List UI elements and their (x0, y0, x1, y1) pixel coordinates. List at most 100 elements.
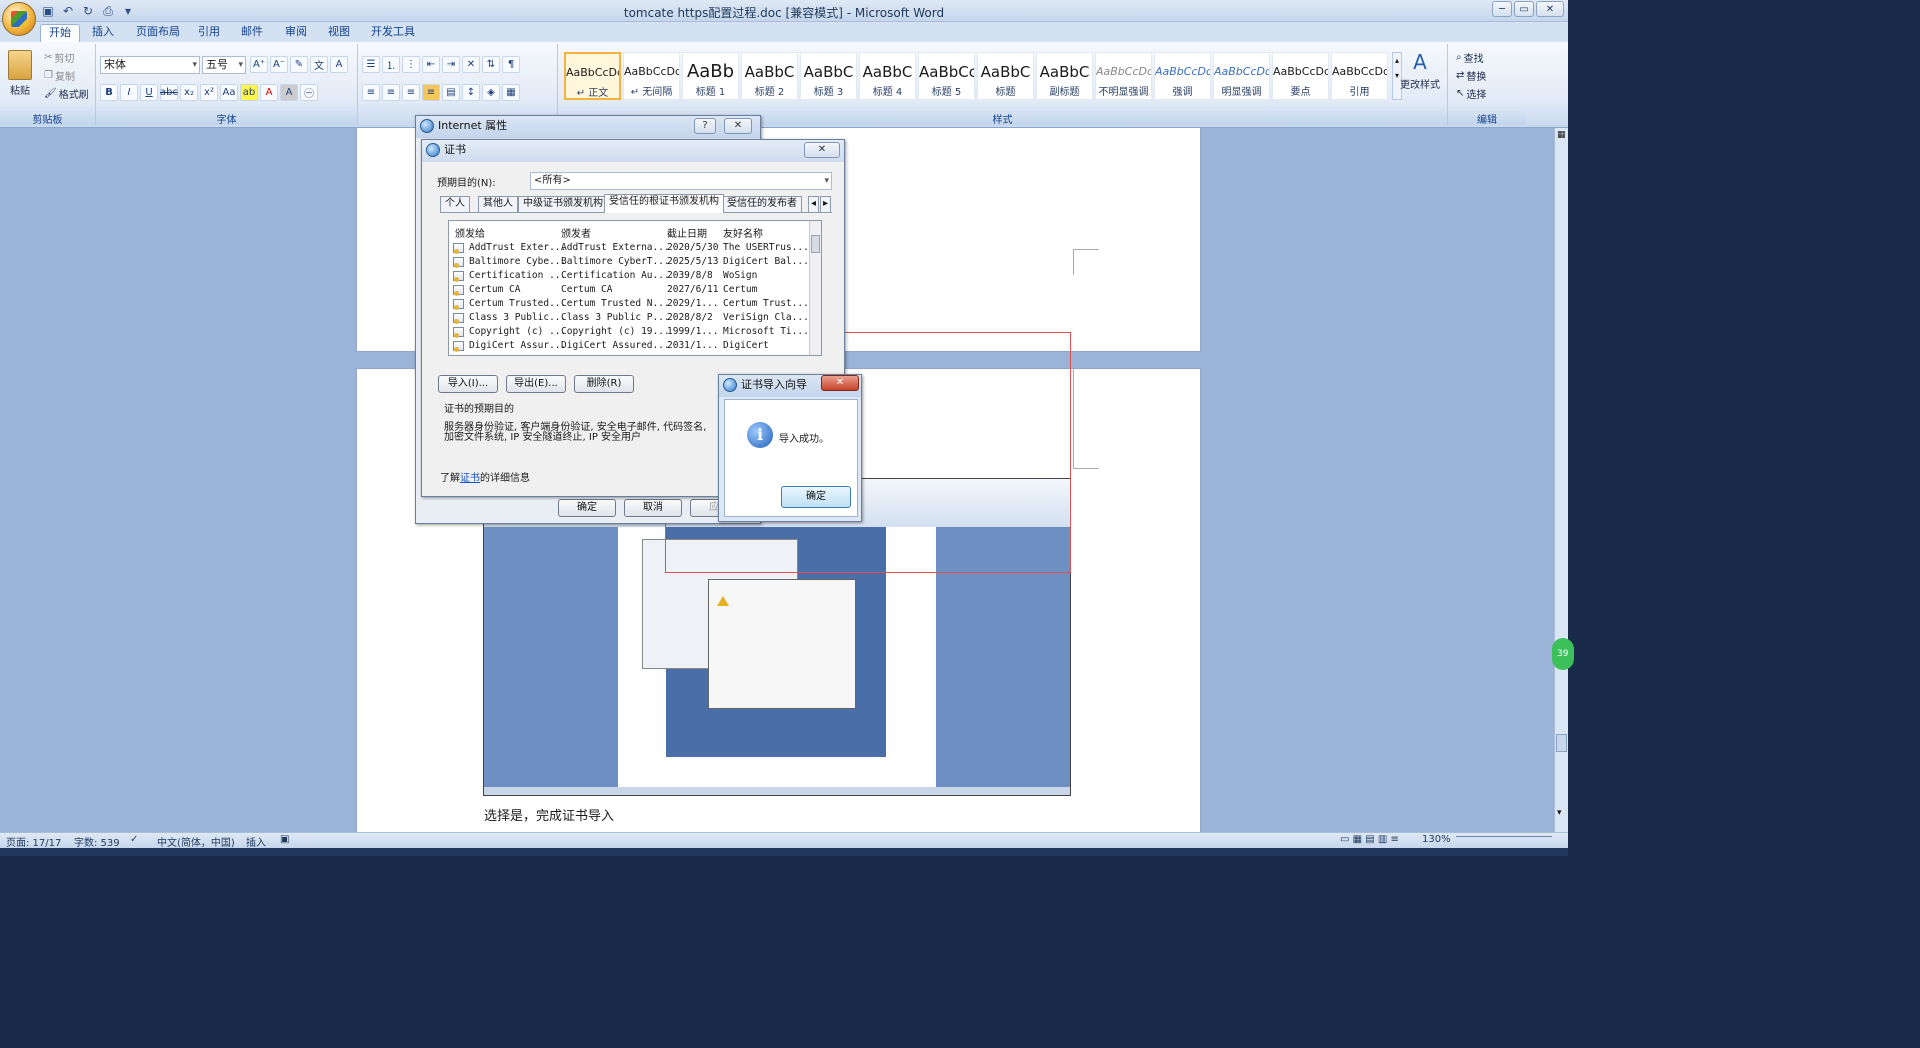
table-row[interactable]: Certification ... Certification Au... 2039… (453, 269, 809, 283)
language[interactable]: 中文(简体，中国) (157, 834, 235, 849)
style-item[interactable]: AaBbCcDd 强调 (1154, 52, 1211, 100)
internet-properties-cancel-button[interactable]: 取消 (624, 499, 682, 517)
numbering-icon[interactable]: ⒈ (382, 56, 400, 73)
tab-view[interactable]: 视图 (320, 24, 358, 42)
tab-trusted-root-ca[interactable]: 受信任的根证书颁发机构 (604, 194, 724, 213)
learn-more-link[interactable]: 证书 (460, 473, 480, 484)
underline-icon[interactable]: U (140, 84, 158, 101)
style-item[interactable]: AaBbCcDd 明显强调 (1213, 52, 1270, 100)
office-button[interactable] (2, 2, 36, 36)
superscript-icon[interactable]: x² (200, 84, 218, 101)
font-size-combo[interactable]: 五号 (202, 56, 246, 74)
internet-properties-ok-button[interactable]: 确定 (558, 499, 616, 517)
font-color-icon[interactable]: A (260, 84, 278, 101)
export-button[interactable]: 导出(E)... (506, 375, 566, 393)
macro-record-icon[interactable]: ▣ (280, 834, 289, 845)
scroll-down-icon[interactable]: ▾ (1557, 808, 1562, 818)
style-item[interactable]: AaBbC 标题 3 (800, 52, 857, 100)
table-row[interactable]: Copyright (c) ... Copyright (c) 19... 1999… (453, 325, 809, 339)
style-item[interactable]: AaBbC 标题 2 (741, 52, 798, 100)
change-case-icon[interactable]: Aa (220, 84, 238, 101)
replace-button[interactable]: ⇄ 替换 (1456, 68, 1486, 83)
table-row[interactable]: Baltimore Cybe... Baltimore CyberT... 2025… (453, 255, 809, 269)
shading-icon[interactable]: ◈ (482, 84, 500, 101)
chinese-layout-icon[interactable]: ✕ (462, 56, 480, 73)
tab-insert[interactable]: 插入 (84, 24, 122, 42)
zoom-slider[interactable] (1456, 836, 1552, 846)
highlight-icon[interactable]: ab (240, 84, 258, 101)
page-count[interactable]: 页面: 17/17 (6, 834, 61, 849)
word-count[interactable]: 字数: 539 (74, 834, 120, 849)
borders-icon[interactable]: ▦ (502, 84, 520, 101)
tab-references[interactable]: 引用 (190, 24, 228, 42)
import-wizard-close-button[interactable]: ✕ (821, 375, 859, 391)
font-name-combo[interactable]: 宋体 (100, 56, 200, 74)
table-row[interactable]: AddTrust Exter... AddTrust Externa... 2020… (453, 241, 809, 255)
bullets-icon[interactable]: ☰ (362, 56, 380, 73)
align-center-icon[interactable]: ≡ (382, 84, 400, 101)
bold-icon[interactable]: B (100, 84, 118, 101)
tab-mailings[interactable]: 邮件 (233, 24, 271, 42)
decrease-indent-icon[interactable]: ⇤ (422, 56, 440, 73)
style-item[interactable]: AaBbCcDd 引用 (1331, 52, 1388, 100)
tab-personal[interactable]: 个人 (440, 196, 470, 212)
import-wizard-ok-button[interactable]: 确定 (781, 486, 851, 508)
certificates-close-button[interactable]: ✕ (804, 142, 840, 158)
subscript-icon[interactable]: x₂ (180, 84, 198, 101)
table-row[interactable]: Class 3 Public... Class 3 Public P... 2028… (453, 311, 809, 325)
close-button[interactable]: ✕ (1536, 1, 1564, 17)
internet-properties-close-button[interactable]: ✕ (724, 118, 752, 134)
side-badge[interactable]: 39 (1552, 638, 1574, 670)
column-friendly-name[interactable]: 友好名称 (723, 225, 763, 240)
enclose-char-icon[interactable]: ㊀ (300, 84, 318, 101)
change-styles-button[interactable]: A 更改样式 (1400, 50, 1440, 91)
increase-indent-icon[interactable]: ⇥ (442, 56, 460, 73)
list-scroll-thumb[interactable] (811, 235, 820, 253)
style-item[interactable]: AaBbCc 标题 5 (918, 52, 975, 100)
format-painter-button[interactable]: 🖌 格式刷 (44, 86, 89, 101)
tab-scroll-left-icon[interactable]: ◂ (808, 196, 820, 212)
tab-review[interactable]: 审阅 (277, 24, 315, 42)
shrink-font-icon[interactable]: A⁻ (270, 56, 288, 73)
tab-developer[interactable]: 开发工具 (363, 24, 423, 42)
select-button[interactable]: ↖ 选择 (1456, 86, 1486, 101)
tab-trusted-publishers[interactable]: 受信任的发布者 (722, 196, 802, 212)
purpose-combo[interactable]: <所有> (530, 172, 832, 190)
remove-button[interactable]: 删除(R) (574, 375, 634, 393)
show-marks-icon[interactable]: ¶ (502, 56, 520, 73)
justify-icon[interactable]: ≡ (422, 84, 440, 101)
column-issued-by[interactable]: 颁发者 (561, 225, 591, 240)
maximize-button[interactable]: ▭ (1514, 1, 1534, 17)
style-item[interactable]: AaBbCcDd ↵ 无间隔 (623, 52, 680, 100)
insert-mode[interactable]: 插入 (246, 834, 266, 849)
style-item[interactable]: AaBbC 标题 (977, 52, 1034, 100)
distributed-icon[interactable]: ▤ (442, 84, 460, 101)
certificate-list[interactable]: 颁发给 颁发者 截止日期 友好名称 AddTrust Exter... AddTr… (448, 220, 822, 356)
style-item[interactable]: AaBbCcDd 要点 (1272, 52, 1329, 100)
strikethrough-icon[interactable]: abc (160, 84, 178, 101)
scroll-thumb[interactable] (1556, 734, 1567, 752)
style-item[interactable]: AaBbCcDd 不明显强调 (1095, 52, 1152, 100)
table-row[interactable]: Certum Trusted... Certum Trusted N... 2029… (453, 297, 809, 311)
style-item[interactable]: AaBb 标题 1 (682, 52, 739, 100)
line-spacing-icon[interactable]: ↕ (462, 84, 480, 101)
tab-intermediate-ca[interactable]: 中级证书颁发机构 (518, 196, 608, 212)
list-scrollbar[interactable] (809, 221, 821, 355)
style-item[interactable]: AaBbC 副标题 (1036, 52, 1093, 100)
spell-check-icon[interactable]: ✓ (130, 834, 138, 845)
phonetic-icon[interactable]: 文 (310, 56, 328, 73)
import-button[interactable]: 导入(I)... (438, 375, 498, 393)
column-expiration[interactable]: 截止日期 (667, 225, 707, 240)
zoom-level[interactable]: 130% (1422, 834, 1451, 845)
tab-other-people[interactable]: 其他人 (478, 196, 518, 212)
copy-button[interactable]: ❐ 复制 (44, 68, 75, 83)
multilevel-list-icon[interactable]: ⋮ (402, 56, 420, 73)
sort-icon[interactable]: ⇅ (482, 56, 500, 73)
char-border-icon[interactable]: A (330, 56, 348, 73)
grow-font-icon[interactable]: A⁺ (250, 56, 268, 73)
vertical-scrollbar[interactable]: ▦ ▾ (1554, 128, 1568, 832)
paste-button[interactable]: 粘贴 (8, 50, 32, 97)
italic-icon[interactable]: I (120, 84, 138, 101)
tab-page-layout[interactable]: 页面布局 (128, 24, 188, 42)
align-left-icon[interactable]: ≡ (362, 84, 380, 101)
